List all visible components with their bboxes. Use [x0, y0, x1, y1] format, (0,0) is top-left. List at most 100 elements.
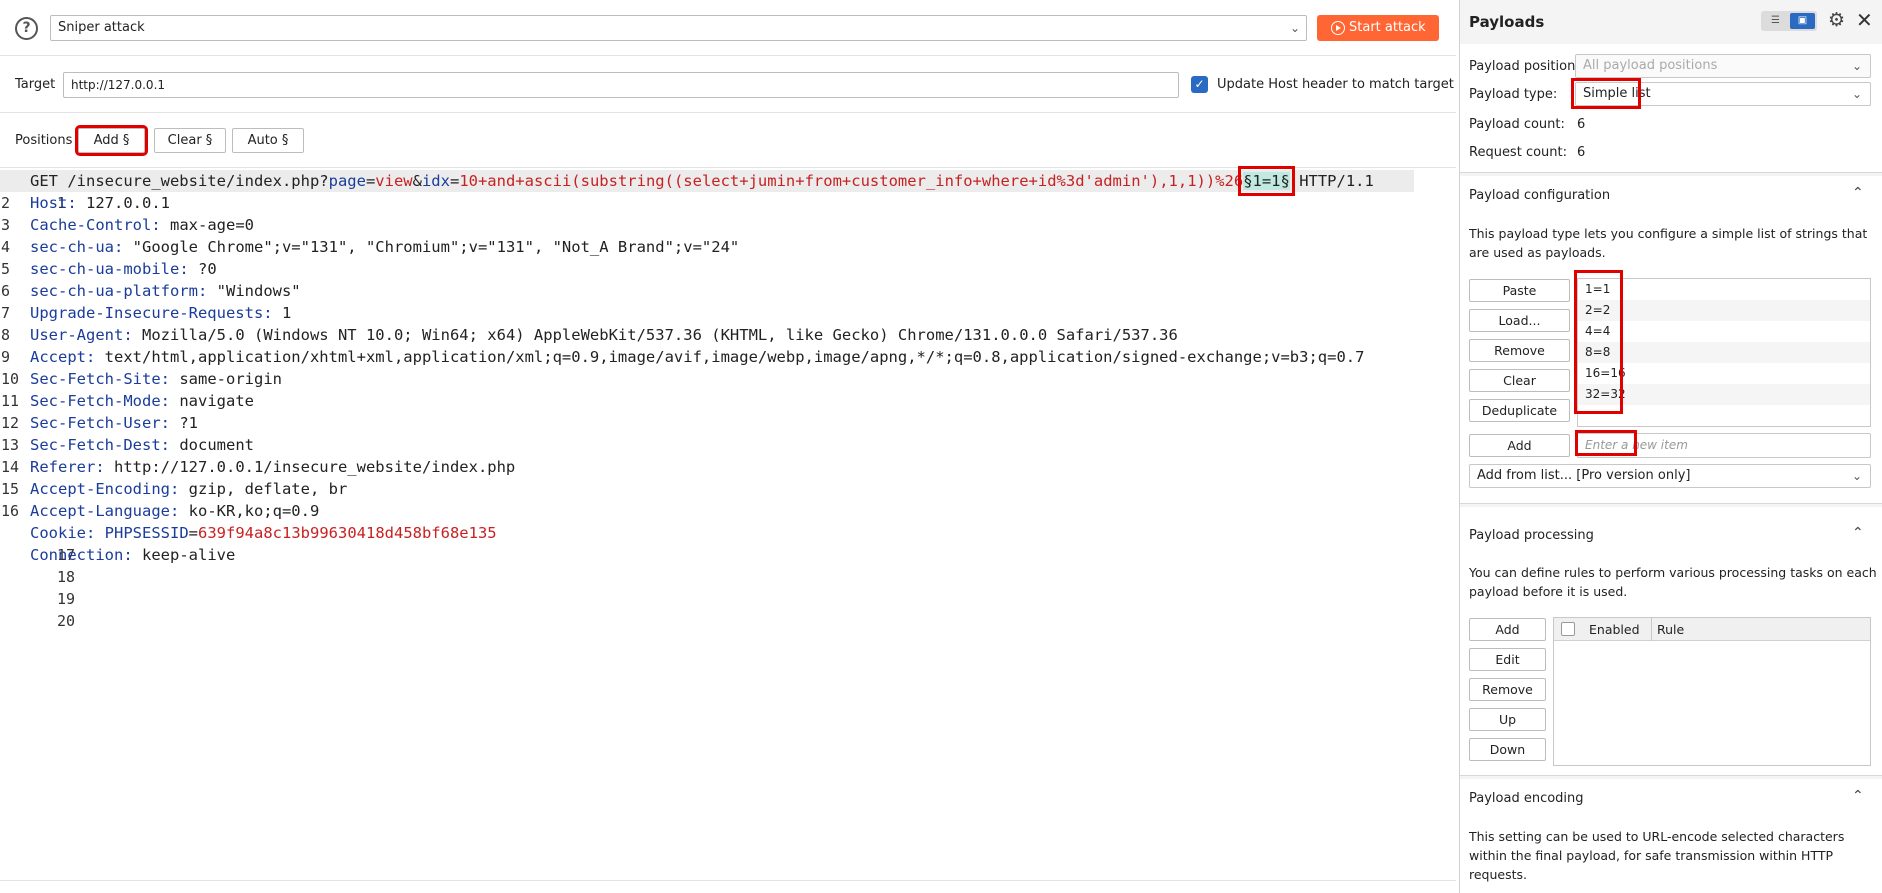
- param-name: idx: [421, 172, 450, 190]
- request-header-line: 12 Sec-Fetch-User: ?1: [0, 412, 198, 434]
- header-code: Sec-Fetch-Site: same-origin: [30, 370, 282, 388]
- param-eq: =: [365, 172, 376, 190]
- line-number: 10: [1, 370, 20, 388]
- line-number: 20: [57, 612, 76, 630]
- clear-section-button[interactable]: Clear §: [154, 128, 226, 153]
- add-from-list-select[interactable]: Add from list... [Pro version only] ⌄: [1469, 464, 1871, 488]
- request-header-line: 9 Accept: text/html,application/xhtml+xml…: [0, 346, 1364, 368]
- payload-position-select[interactable]: All payload positions ⌄: [1575, 54, 1871, 78]
- request-header-line: 10 Sec-Fetch-Site: same-origin: [0, 368, 282, 390]
- start-attack-button[interactable]: Start attack: [1317, 15, 1439, 41]
- header-code: sec-ch-ua: "Google Chrome";v="131", "Chr…: [30, 238, 740, 256]
- header-name: Sec-Fetch-Dest: [30, 436, 161, 454]
- add-section-button[interactable]: Add §: [75, 125, 148, 156]
- header-code: Sec-Fetch-Dest: document: [30, 436, 254, 454]
- payloads-header: Payloads ☰ ▣ ⚙ ✕: [1460, 0, 1882, 44]
- header-name: Cookie: [30, 524, 86, 542]
- gear-icon[interactable]: ⚙: [1828, 9, 1845, 31]
- header-name: User-Agent: [30, 326, 124, 344]
- cookie-line: Cookie: PHPSESSID=639f94a8c13b99630418d4…: [30, 524, 497, 542]
- line-number: 11: [1, 392, 20, 410]
- edit-rule-button[interactable]: Edit: [1469, 648, 1546, 671]
- request-header-line: 7 Upgrade-Insecure-Requests: 1: [0, 302, 291, 324]
- remove-rule-button[interactable]: Remove: [1469, 678, 1546, 701]
- line-number: 2: [1, 194, 11, 212]
- help-icon[interactable]: ?: [15, 17, 38, 40]
- annotation-box: [1238, 166, 1295, 196]
- payload-configuration-title: Payload configuration: [1469, 188, 1611, 203]
- list-view-icon[interactable]: ☰: [1763, 13, 1788, 29]
- param-value: view: [375, 172, 413, 190]
- request-header-line: 6 sec-ch-ua-platform: "Windows": [0, 280, 301, 302]
- header-name: Accept-Encoding: [30, 480, 170, 498]
- request-header-line: 2 Host: 127.0.0.1: [0, 192, 170, 214]
- line-number: 6: [1, 282, 11, 300]
- close-icon[interactable]: ✕: [1856, 8, 1873, 32]
- column-enabled[interactable]: Enabled: [1589, 622, 1640, 637]
- add-rule-button[interactable]: Add: [1469, 618, 1546, 641]
- clear-button[interactable]: Clear: [1469, 369, 1570, 392]
- chevron-up-icon[interactable]: ⌃: [1852, 185, 1864, 201]
- layout-toggle[interactable]: ☰ ▣: [1761, 11, 1817, 31]
- payload-processing-section: Payload processing ⌃ You can define rule…: [1460, 507, 1882, 775]
- request-header-line: 17 Cookie: PHPSESSID=639f94a8c13b9963041…: [0, 522, 497, 564]
- header-value: keep-alive: [142, 546, 236, 564]
- header-value: max-age=0: [170, 216, 254, 234]
- line-number: 4: [1, 238, 11, 256]
- http-version: HTTP/1.1: [1289, 172, 1374, 190]
- header-code: Upgrade-Insecure-Requests: 1: [30, 304, 292, 322]
- header-value: same-origin: [179, 370, 282, 388]
- line-number: 13: [1, 436, 20, 454]
- header-name: Cache-Control: [30, 216, 152, 234]
- chevron-up-icon[interactable]: ⌃: [1852, 525, 1864, 541]
- request-editor[interactable]: 1 GET /insecure_website/index.php?page=v…: [0, 166, 1456, 880]
- annotation-box: [1574, 270, 1623, 414]
- param-eq: =: [449, 172, 460, 190]
- attack-type-select[interactable]: Sniper attack ⌄: [50, 15, 1307, 41]
- payload-processing-description: You can define rules to perform various …: [1469, 565, 1877, 599]
- update-host-checkbox[interactable]: ✓: [1191, 76, 1208, 93]
- line-number: 3: [1, 216, 11, 234]
- header-name: Accept-Language: [30, 502, 170, 520]
- deduplicate-button[interactable]: Deduplicate: [1469, 399, 1570, 422]
- request-header-line: 3 Cache-Control: max-age=0: [0, 214, 254, 236]
- request-line: 1 GET /insecure_website/index.php?page=v…: [0, 170, 1414, 212]
- param-sep: &: [412, 172, 422, 190]
- rule-down-button[interactable]: Down: [1469, 738, 1546, 761]
- header-value: document: [179, 436, 254, 454]
- select-all-checkbox[interactable]: [1561, 622, 1575, 636]
- header-code: Host: 127.0.0.1: [30, 194, 170, 212]
- load-button[interactable]: Load...: [1469, 309, 1570, 332]
- request-header-line: 5 sec-ch-ua-mobile: ?0: [0, 258, 217, 280]
- header-code: Referer: http://127.0.0.1/insecure_websi…: [30, 458, 516, 476]
- header-value: http://127.0.0.1/insecure_website/index.…: [114, 458, 516, 476]
- column-rule[interactable]: Rule: [1657, 622, 1684, 637]
- auto-section-button[interactable]: Auto §: [232, 128, 304, 153]
- request-header-line: 15 Accept-Encoding: gzip, deflate, br: [0, 478, 347, 500]
- remove-button[interactable]: Remove: [1469, 339, 1570, 362]
- header-code: Accept-Language: ko-KR,ko;q=0.9: [30, 502, 320, 520]
- split-view-icon[interactable]: ▣: [1790, 13, 1815, 29]
- header-value: ?1: [179, 414, 198, 432]
- rule-up-button[interactable]: Up: [1469, 708, 1546, 731]
- payload-encoding-section: Payload encoding ⌃ This setting can be u…: [1460, 779, 1882, 893]
- header-value: 1: [281, 304, 292, 322]
- header-value: gzip, deflate, br: [188, 480, 348, 498]
- add-item-button[interactable]: Add: [1469, 434, 1570, 457]
- line-number: 8: [1, 326, 11, 344]
- header-value: "Google Chrome";v="131", "Chromium";v="1…: [132, 238, 740, 256]
- param-name: page: [328, 172, 366, 190]
- chevron-up-icon[interactable]: ⌃: [1852, 788, 1864, 804]
- paste-button[interactable]: Paste: [1469, 279, 1570, 302]
- cookie-name: PHPSESSID: [104, 524, 189, 542]
- request-header-line: 13 Sec-Fetch-Dest: document: [0, 434, 254, 456]
- target-input[interactable]: http://127.0.0.1: [63, 72, 1179, 98]
- annotation-box: [1575, 430, 1637, 456]
- payload-configuration-section: Payload configuration ⌃ This payload typ…: [1460, 176, 1882, 503]
- chevron-down-icon: ⌄: [1289, 21, 1300, 35]
- header-name: sec-ch-ua-platform: [30, 282, 198, 300]
- divider: [1460, 775, 1882, 776]
- processing-rules-table[interactable]: Enabled Rule: [1553, 617, 1871, 766]
- header-code: Accept-Encoding: gzip, deflate, br: [30, 480, 348, 498]
- request-header-line: 18 Connection: keep-alive: [0, 544, 235, 586]
